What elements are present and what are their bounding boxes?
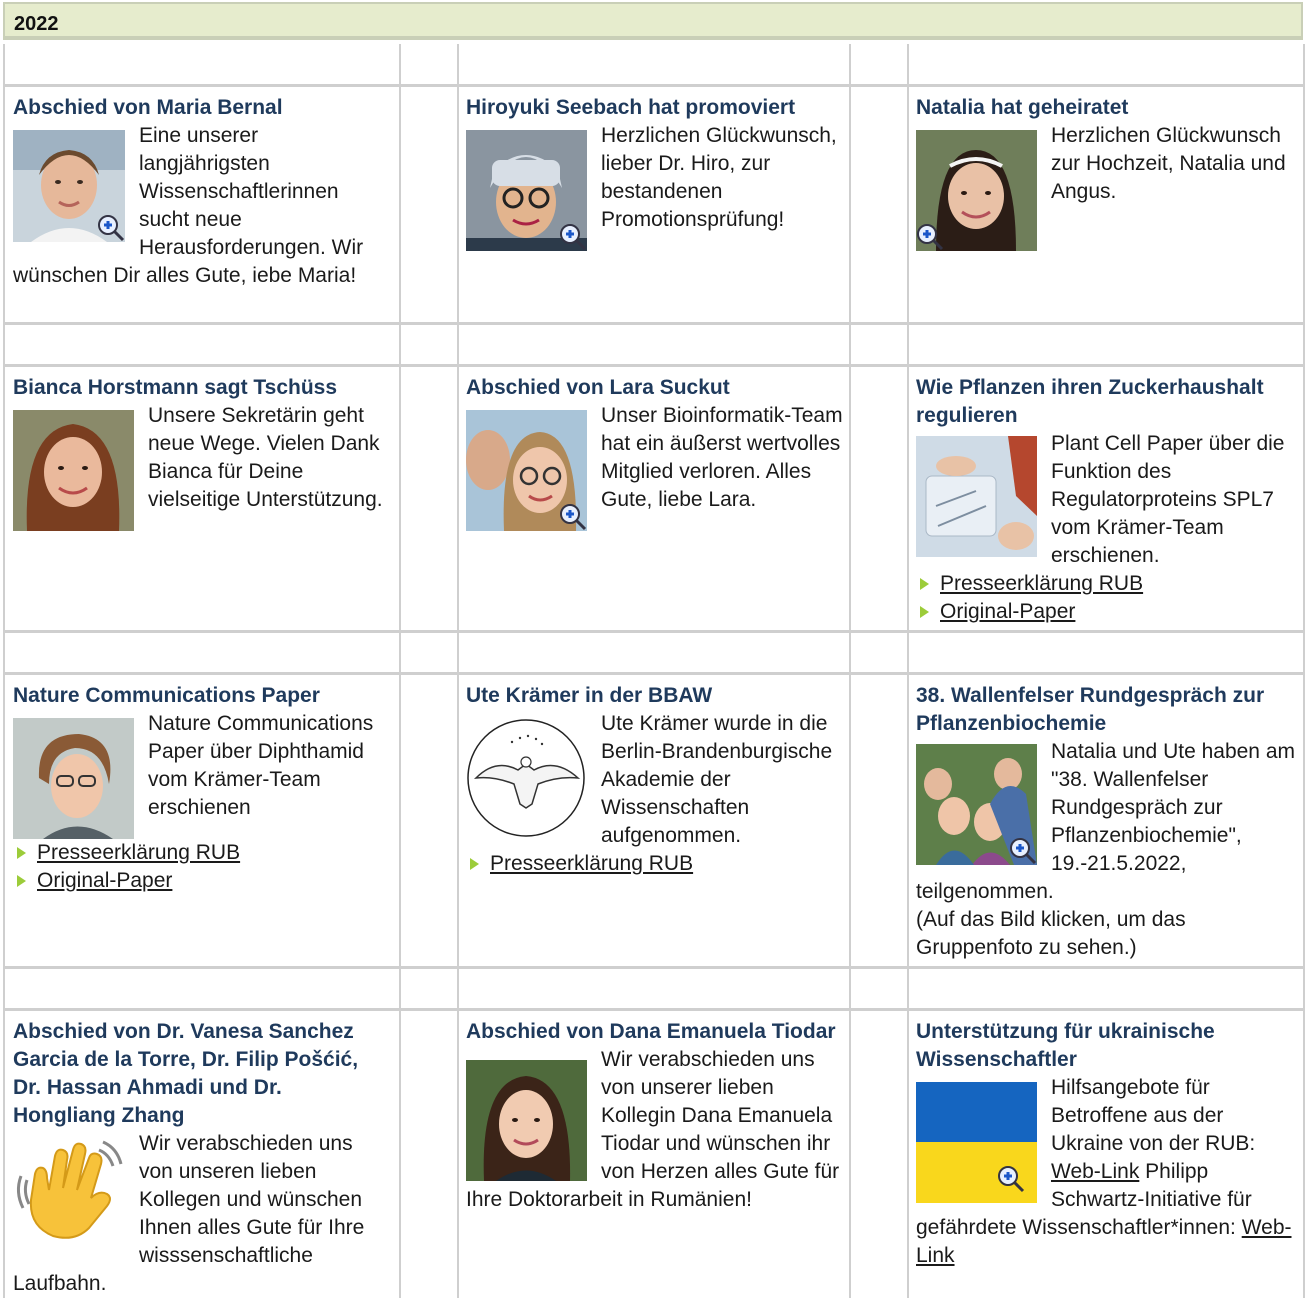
- zoom-icon: [1010, 838, 1037, 865]
- link-item: Presseerklärung RUB: [466, 850, 846, 878]
- news-title: Abschied von Dr. Vanesa Sanchez Garcia d…: [13, 1020, 359, 1127]
- news-title: Bianca Horstmann sagt Tschüss: [13, 376, 338, 399]
- news-title: Ute Krämer in der BBAW: [466, 684, 713, 707]
- grid-line: [3, 84, 1305, 87]
- news-item: Nature Communications Paper Nature Commu…: [13, 682, 388, 895]
- eagle-seal-icon[interactable]: [466, 718, 587, 839]
- news-title: Abschied von Maria Bernal: [13, 96, 283, 119]
- waving-hand-icon[interactable]: [13, 1136, 125, 1248]
- grid-line: [457, 44, 459, 1298]
- grid-line: [849, 44, 851, 1298]
- grid-line: [3, 966, 1305, 969]
- zoom-icon: [560, 224, 587, 251]
- news-item: Bianca Horstmann sagt Tschüss Unsere Sek…: [13, 374, 388, 531]
- press-release-link[interactable]: Presseerklärung RUB: [940, 572, 1143, 595]
- news-text-part: Hilfsangebote für Betroffene aus der Ukr…: [1051, 1076, 1256, 1155]
- news-title: Abschied von Lara Suckut: [466, 376, 730, 399]
- ukraine-flag-icon[interactable]: [916, 1082, 1037, 1203]
- link-item: Presseerklärung RUB: [916, 570, 1296, 598]
- news-item: Abschied von Lara Suckut Unser Bioinform…: [466, 374, 846, 531]
- news-title: Wie Pflanzen ihren Zuckerhaushalt reguli…: [916, 376, 1264, 427]
- press-release-link[interactable]: Presseerklärung RUB: [490, 852, 693, 875]
- news-item: Wie Pflanzen ihren Zuckerhaushalt reguli…: [916, 374, 1296, 626]
- zoom-icon: [560, 504, 587, 531]
- lab-photo-icon[interactable]: [916, 436, 1037, 557]
- zoom-icon: [98, 215, 125, 242]
- arrow-bullet-icon: [920, 606, 929, 618]
- link-item: Original-Paper: [13, 867, 388, 895]
- grid-line: [3, 630, 1305, 633]
- portrait-woman-icon[interactable]: [466, 1060, 587, 1181]
- portrait-bride-icon[interactable]: [916, 130, 1037, 251]
- portrait-woman-icon[interactable]: [13, 410, 134, 531]
- zoom-icon: [917, 224, 944, 251]
- news-item: Abschied von Maria Bernal Eine unserer l…: [13, 94, 388, 290]
- news-item: Ute Krämer in der BBAW Ute Krämer wurde …: [466, 682, 846, 878]
- link-list: Presseerklärung RUB Original-Paper: [916, 570, 1296, 626]
- portrait-couple-icon[interactable]: [466, 410, 587, 531]
- link-list: Presseerklärung RUB: [466, 850, 846, 878]
- arrow-bullet-icon: [920, 578, 929, 590]
- news-title: Nature Communications Paper: [13, 684, 320, 707]
- news-title: Hiroyuki Seebach hat promoviert: [466, 96, 796, 119]
- news-title: Unterstützung für ukrainische Wissenscha…: [916, 1020, 1215, 1071]
- original-paper-link[interactable]: Original-Paper: [37, 869, 172, 892]
- year-label: 2022: [14, 13, 59, 35]
- news-title: 38. Wallenfelser Rundgespräch zur Pflanz…: [916, 684, 1265, 735]
- link-list: Presseerklärung RUB Original-Paper: [13, 839, 388, 895]
- news-item: Abschied von Dr. Vanesa Sanchez Garcia d…: [13, 1018, 388, 1298]
- arrow-bullet-icon: [17, 875, 26, 887]
- news-item: Abschied von Dana Emanuela Tiodar Wir ve…: [466, 1018, 846, 1214]
- group-photo-icon[interactable]: [916, 744, 1037, 865]
- news-title: Abschied von Dana Emanuela Tiodar: [466, 1020, 836, 1043]
- year-header: 2022: [3, 2, 1303, 40]
- news-item: Natalia hat geheiratet Herzlichen Glückw…: [916, 94, 1296, 251]
- grid-line: [3, 364, 1305, 367]
- news-grid: 2022 Abschied von Maria Bernal Eine unse…: [0, 0, 1308, 1298]
- arrow-bullet-icon: [17, 847, 26, 859]
- grid-line: [399, 44, 401, 1298]
- news-item: 38. Wallenfelser Rundgespräch zur Pflanz…: [916, 682, 1296, 962]
- link-item: Presseerklärung RUB: [13, 839, 388, 867]
- original-paper-link[interactable]: Original-Paper: [940, 600, 1075, 623]
- zoom-icon: [998, 1166, 1025, 1193]
- press-release-link[interactable]: Presseerklärung RUB: [37, 841, 240, 864]
- arrow-bullet-icon: [470, 858, 479, 870]
- portrait-man-hat-icon[interactable]: [466, 130, 587, 251]
- news-item: Hiroyuki Seebach hat promoviert Herzlich…: [466, 94, 846, 251]
- news-title: Natalia hat geheiratet: [916, 96, 1129, 119]
- news-note: (Auf das Bild klicken, um das Gruppenfot…: [916, 908, 1186, 959]
- grid-line: [3, 44, 5, 1298]
- grid-line: [3, 322, 1305, 325]
- grid-line: [907, 44, 909, 1298]
- portrait-woman-icon[interactable]: [13, 130, 125, 242]
- link-item: Original-Paper: [916, 598, 1296, 626]
- portrait-woman-icon[interactable]: [13, 718, 134, 839]
- grid-line: [3, 672, 1305, 675]
- grid-line: [3, 1008, 1305, 1011]
- news-item: Unterstützung für ukrainische Wissenscha…: [916, 1018, 1296, 1270]
- grid-line: [1303, 44, 1305, 1298]
- web-link[interactable]: Web-Link: [1051, 1160, 1139, 1183]
